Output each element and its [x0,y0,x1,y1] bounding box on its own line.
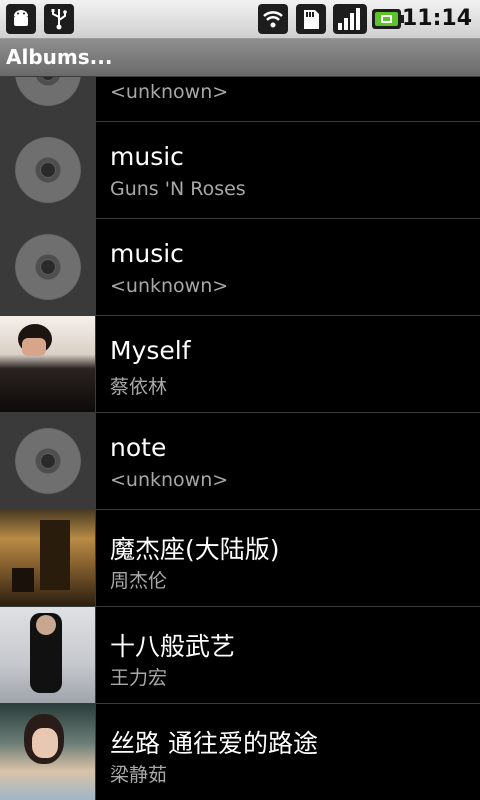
album-item[interactable]: 丝路 通往爱的路途 梁静茹 [0,704,480,800]
album-item[interactable]: 魔杰座(大陆版) 周杰伦 [0,510,480,607]
album-art-default [0,122,96,218]
album-artist: Guns 'N Roses [110,178,246,200]
battery-charging-icon [372,7,405,31]
album-art-default [0,413,96,509]
album-art-default [0,77,96,121]
title-bar: Albums... [0,39,480,77]
album-item[interactable]: music <unknown> [0,219,480,316]
page-title: Albums... [6,45,113,69]
album-item[interactable]: note <unknown> [0,413,480,510]
album-art-default [0,219,96,315]
album-title: 丝路 通往爱的路途 [110,729,318,758]
album-artist: 梁静茹 [110,764,168,786]
album-art-photo [0,510,96,606]
album-list[interactable]: <unknown> music Guns 'N Roses music <unk… [0,77,480,800]
signal-icon [333,4,367,34]
album-artist: <unknown> [110,81,229,103]
sd-card-icon [296,4,326,34]
disc-icon [15,137,81,203]
album-item[interactable]: <unknown> [0,77,480,122]
album-item[interactable]: 十八般武艺 王力宏 [0,607,480,704]
album-art-photo [0,704,96,800]
album-item[interactable]: music Guns 'N Roses [0,122,480,219]
wifi-icon [258,4,288,34]
album-item[interactable]: Myself 蔡依林 [0,316,480,413]
disc-icon [15,428,81,494]
album-artist: <unknown> [110,275,229,297]
album-artist: 蔡依林 [110,376,168,398]
status-clock: 11:14 [401,6,472,31]
disc-icon [15,234,81,300]
album-title: music [110,142,184,171]
album-artist: 周杰伦 [110,570,168,592]
album-artist: <unknown> [110,469,229,491]
album-title: note [110,433,167,462]
status-bar: 11:14 [0,0,480,39]
album-title: 魔杰座(大陆版) [110,535,280,564]
disc-icon [15,77,81,106]
album-art-photo [0,316,96,412]
usb-icon [44,4,74,34]
album-title: 十八般武艺 [110,632,236,661]
album-artist: 王力宏 [110,667,168,689]
android-icon [6,4,36,34]
album-art-photo [0,607,96,703]
album-title: Myself [110,336,191,365]
album-title: music [110,239,184,268]
